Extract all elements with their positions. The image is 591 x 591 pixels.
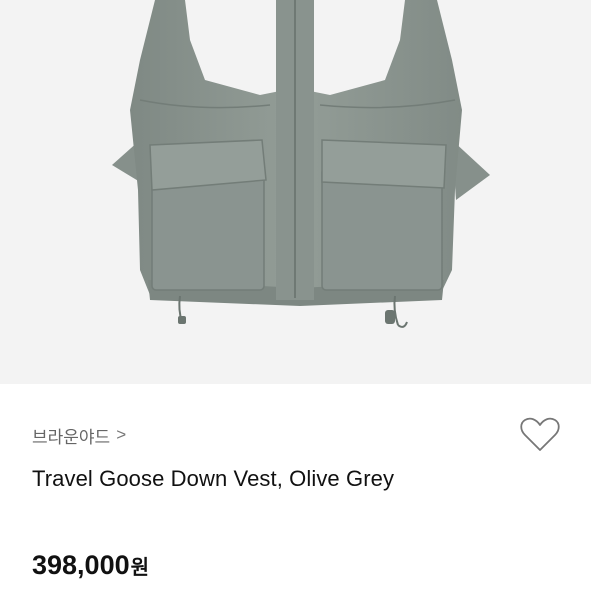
heart-outline-icon[interactable] (520, 416, 560, 454)
product-price: 398,000 원 (32, 550, 149, 580)
brand-name: 브라운야드 (32, 427, 111, 447)
price-currency: 원 (130, 557, 150, 579)
price-amount: 398,000 (32, 550, 130, 580)
product-title: Travel Goose Down Vest, Olive Grey (32, 466, 395, 491)
vest-illustration (112, 0, 490, 328)
brand-link[interactable]: 브라운야드 > (32, 424, 127, 447)
chevron-right-icon: > (116, 425, 127, 444)
product-image[interactable] (0, 0, 591, 384)
product-info: 브라운야드 > Travel Goose Down Vest, Olive Gr… (0, 384, 591, 591)
